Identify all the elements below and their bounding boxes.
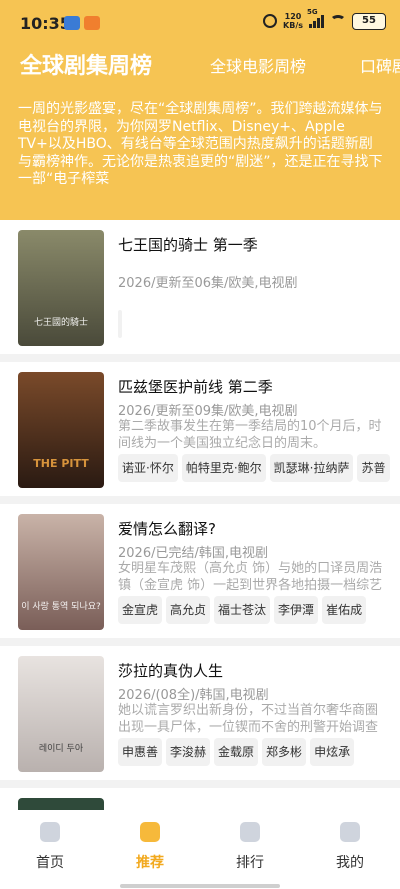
alarm-icon bbox=[263, 14, 278, 28]
show-card[interactable]: 七王國的騎士 七王国的骑士 第一季 2026/更新至06集/欧美,电视剧 bbox=[0, 220, 400, 354]
nav-profile-label: 我的 bbox=[336, 855, 364, 871]
cast-chip[interactable]: 帕特里克·鲍尔 bbox=[181, 454, 266, 482]
recommend-icon bbox=[140, 822, 160, 842]
show-title[interactable]: 匹兹堡医护前线 第二季 bbox=[118, 376, 388, 397]
nav-home-label: 首页 bbox=[36, 855, 64, 871]
show-poster[interactable]: 七王國的騎士 bbox=[18, 230, 104, 346]
cell-signal-icon: 5G bbox=[307, 8, 324, 28]
tab-weekly-movies[interactable]: 全球电影周榜 bbox=[210, 53, 306, 77]
trophy-icon bbox=[240, 822, 260, 842]
cast-chip[interactable]: 申惠善 bbox=[118, 738, 163, 766]
poster-caption: THE PITT bbox=[33, 457, 89, 470]
category-tabs: 全球剧集周榜 全球电影周榜 口碑剧 bbox=[0, 48, 400, 82]
cast-chip[interactable]: 诺亚·怀尔 bbox=[118, 454, 178, 482]
nav-home[interactable]: 首页 bbox=[0, 810, 100, 880]
show-meta: 2026/已完结/韩国,电视剧 bbox=[118, 546, 268, 561]
show-poster[interactable]: THE PITT bbox=[18, 372, 104, 488]
show-poster[interactable]: 레이디 두아 bbox=[18, 656, 104, 772]
battery-icon: 55 bbox=[352, 12, 386, 30]
cast-list bbox=[118, 310, 400, 338]
tab-acclaimed-series[interactable]: 口碑剧 bbox=[360, 53, 400, 77]
nav-ranking[interactable]: 排行 bbox=[200, 810, 300, 880]
status-bar: 10:35 120 KB/s 5G 55 bbox=[0, 0, 400, 46]
show-meta: 2026/更新至06集/欧美,电视剧 bbox=[118, 276, 298, 291]
show-meta: 2026/(08全)/韩国,电视剧 bbox=[118, 688, 269, 703]
cast-chip[interactable]: 高允贞 bbox=[166, 596, 211, 624]
profile-icon bbox=[340, 822, 360, 842]
network-type: 5G bbox=[307, 8, 318, 16]
show-title[interactable]: 莎拉的真伪人生 bbox=[118, 660, 388, 681]
cast-chip[interactable]: 苏普 bbox=[357, 454, 390, 482]
tab-weekly-series[interactable]: 全球剧集周榜 bbox=[20, 48, 152, 80]
cast-chip[interactable]: 金载原 bbox=[214, 738, 259, 766]
show-poster[interactable]: 이 사랑 통역 되나요? bbox=[18, 514, 104, 630]
net-speed-value: 120 bbox=[284, 12, 302, 21]
wifi-icon bbox=[330, 15, 346, 27]
home-indicator[interactable] bbox=[120, 884, 280, 888]
net-speed-unit: KB/s bbox=[283, 21, 303, 30]
cast-list: 诺亚·怀尔 帕特里克·鲍尔 凯瑟琳·拉纳萨 苏普 bbox=[118, 454, 400, 482]
bottom-nav: 首页 推荐 排行 我的 bbox=[0, 810, 400, 889]
net-speed: 120 KB/s bbox=[283, 12, 303, 30]
nav-ranking-label: 排行 bbox=[236, 855, 264, 871]
show-card[interactable]: THE PITT 匹兹堡医护前线 第二季 2026/更新至09集/欧美,电视剧 … bbox=[0, 362, 400, 496]
poster-caption: 이 사랑 통역 되나요? bbox=[21, 602, 101, 612]
cast-chip[interactable]: 崔佑成 bbox=[322, 596, 367, 624]
show-card[interactable]: 이 사랑 통역 되나요? 爱情怎么翻译? 2026/已完结/韩国,电视剧 女明星… bbox=[0, 504, 400, 638]
show-description: 第二季故事发生在第一季结局的10个月后，时间线为一个美国独立纪念日的周末。 bbox=[118, 419, 382, 451]
show-title[interactable]: 七王国的骑士 第一季 bbox=[118, 234, 388, 255]
cast-chip[interactable]: 申炫承 bbox=[310, 738, 355, 766]
notification-app-icon bbox=[64, 16, 80, 30]
status-indicators: 120 KB/s 5G 55 bbox=[263, 8, 386, 30]
show-meta: 2026/更新至09集/欧美,电视剧 bbox=[118, 404, 298, 419]
home-icon bbox=[40, 822, 60, 842]
header-banner: 10:35 120 KB/s 5G 55 全球剧集周榜 全球电影周榜 口碑剧 一… bbox=[0, 0, 400, 220]
cast-chip[interactable]: 福士苍汰 bbox=[214, 596, 271, 624]
show-card[interactable]: 레이디 두아 莎拉的真伪人生 2026/(08全)/韩国,电视剧 她以谎言罗织出… bbox=[0, 646, 400, 780]
cast-chip-placeholder bbox=[118, 310, 122, 338]
nav-recommend[interactable]: 推荐 bbox=[100, 810, 200, 880]
nav-profile[interactable]: 我的 bbox=[300, 810, 400, 880]
cast-chip[interactable]: 凯瑟琳·拉纳萨 bbox=[269, 454, 354, 482]
show-description: 她以谎言罗织出新身份，不过当首尔奢华商圈出现一具尸体，一位锲而不舍的刑警开始调查 bbox=[118, 703, 379, 735]
cast-chip[interactable]: 李浚赫 bbox=[166, 738, 211, 766]
cast-list: 金宣虎 高允贞 福士苍汰 李伊潭 崔佑成 bbox=[118, 596, 400, 624]
header-description: 一周的光影盛宴，尽在“全球剧集周榜”。我们跨越流媒体与电视台的界限，为你网罗Ne… bbox=[18, 101, 383, 187]
show-title[interactable]: 爱情怎么翻译? bbox=[118, 518, 388, 539]
cast-list: 申惠善 李浚赫 金载原 郑多彬 申炫承 bbox=[118, 738, 400, 766]
poster-caption: 七王國的騎士 bbox=[33, 318, 88, 328]
nav-recommend-label: 推荐 bbox=[136, 855, 164, 871]
cast-chip[interactable]: 金宣虎 bbox=[118, 596, 163, 624]
notification-game-icon bbox=[84, 16, 100, 30]
show-description: 女明星车茂熙（高允贞 饰）与她的口译员周浩镇（金宣虎 饰）一起到世界各地拍摄一档… bbox=[118, 561, 383, 593]
poster-caption: 레이디 두아 bbox=[38, 744, 84, 754]
cast-chip[interactable]: 李伊潭 bbox=[274, 596, 319, 624]
cast-chip[interactable]: 郑多彬 bbox=[262, 738, 307, 766]
